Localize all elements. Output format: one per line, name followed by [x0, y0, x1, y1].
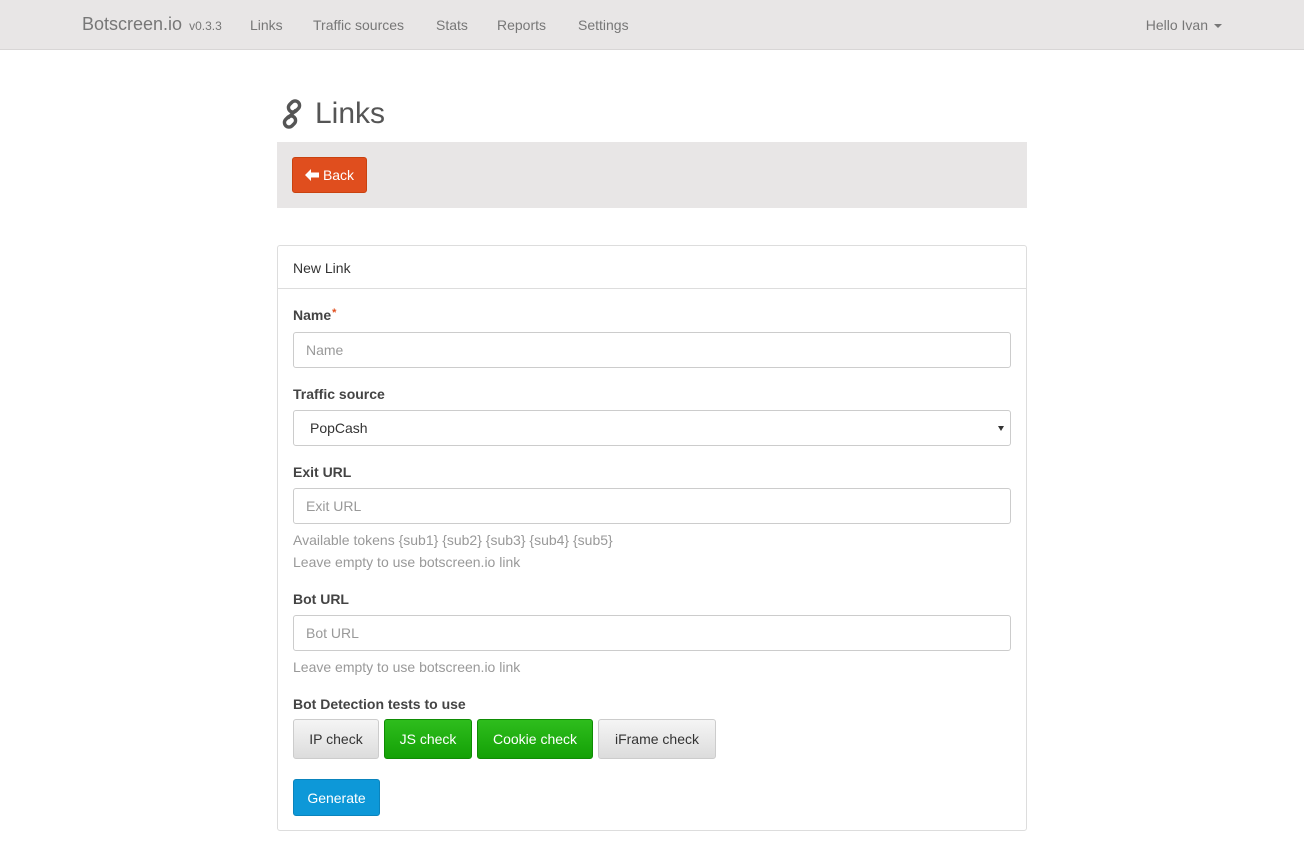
bot-url-label: Bot URL: [293, 591, 349, 607]
traffic-source-label: Traffic source: [293, 386, 385, 402]
nav-reports[interactable]: Reports: [497, 17, 546, 33]
bot-tests-label: Bot Detection tests to use: [293, 696, 466, 712]
panel-heading: New Link: [278, 246, 1026, 289]
arrow-left-icon: [304, 169, 319, 181]
app-version: v0.3.3: [189, 19, 222, 33]
nav-settings[interactable]: Settings: [578, 17, 629, 33]
user-menu[interactable]: Hello Ivan: [1146, 17, 1222, 33]
link-icon: [282, 99, 302, 129]
back-button-label: Back: [322, 167, 355, 183]
exit-url-input[interactable]: [293, 488, 1011, 524]
traffic-source-value: PopCash: [310, 420, 368, 436]
bot-url-input[interactable]: [293, 615, 1011, 651]
name-input[interactable]: [293, 332, 1011, 368]
brand-name[interactable]: Botscreen.io: [82, 14, 182, 34]
caret-down-icon[interactable]: [1214, 24, 1222, 29]
exit-url-label: Exit URL: [293, 464, 352, 480]
required-mark: *: [332, 307, 337, 319]
ip-check-toggle[interactable]: IP check: [293, 719, 379, 759]
traffic-source-select[interactable]: PopCash: [293, 410, 1011, 446]
nav-links[interactable]: Links: [250, 17, 283, 33]
generate-button[interactable]: Generate: [293, 779, 380, 816]
name-label: Name*: [293, 307, 336, 323]
bot-url-empty-help: Leave empty to use botscreen.io link: [293, 659, 521, 675]
dropdown-arrow-icon: [998, 426, 1004, 431]
exit-url-tokens-help: Available tokens {sub1} {sub2} {sub3} {s…: [293, 532, 613, 548]
new-link-panel: New Link Name* Traffic source PopCash Ex…: [277, 245, 1027, 831]
nav-traffic-sources[interactable]: Traffic sources: [313, 17, 404, 33]
brand[interactable]: Botscreen.io v0.3.3: [82, 14, 222, 35]
back-button[interactable]: Back: [292, 157, 367, 193]
top-navbar: Botscreen.io v0.3.3 Links Traffic source…: [0, 0, 1304, 50]
user-greeting[interactable]: Hello Ivan: [1146, 17, 1208, 33]
page-title: Links: [315, 97, 386, 130]
page-header: Links: [277, 94, 385, 134]
cookie-check-toggle[interactable]: Cookie check: [477, 719, 593, 759]
js-check-toggle[interactable]: JS check: [384, 719, 472, 759]
nav-stats[interactable]: Stats: [436, 17, 468, 33]
exit-url-empty-help: Leave empty to use botscreen.io link: [293, 554, 521, 570]
name-label-text: Name: [293, 307, 332, 323]
iframe-check-toggle[interactable]: iFrame check: [598, 719, 716, 759]
action-toolbar: Back: [277, 142, 1027, 208]
